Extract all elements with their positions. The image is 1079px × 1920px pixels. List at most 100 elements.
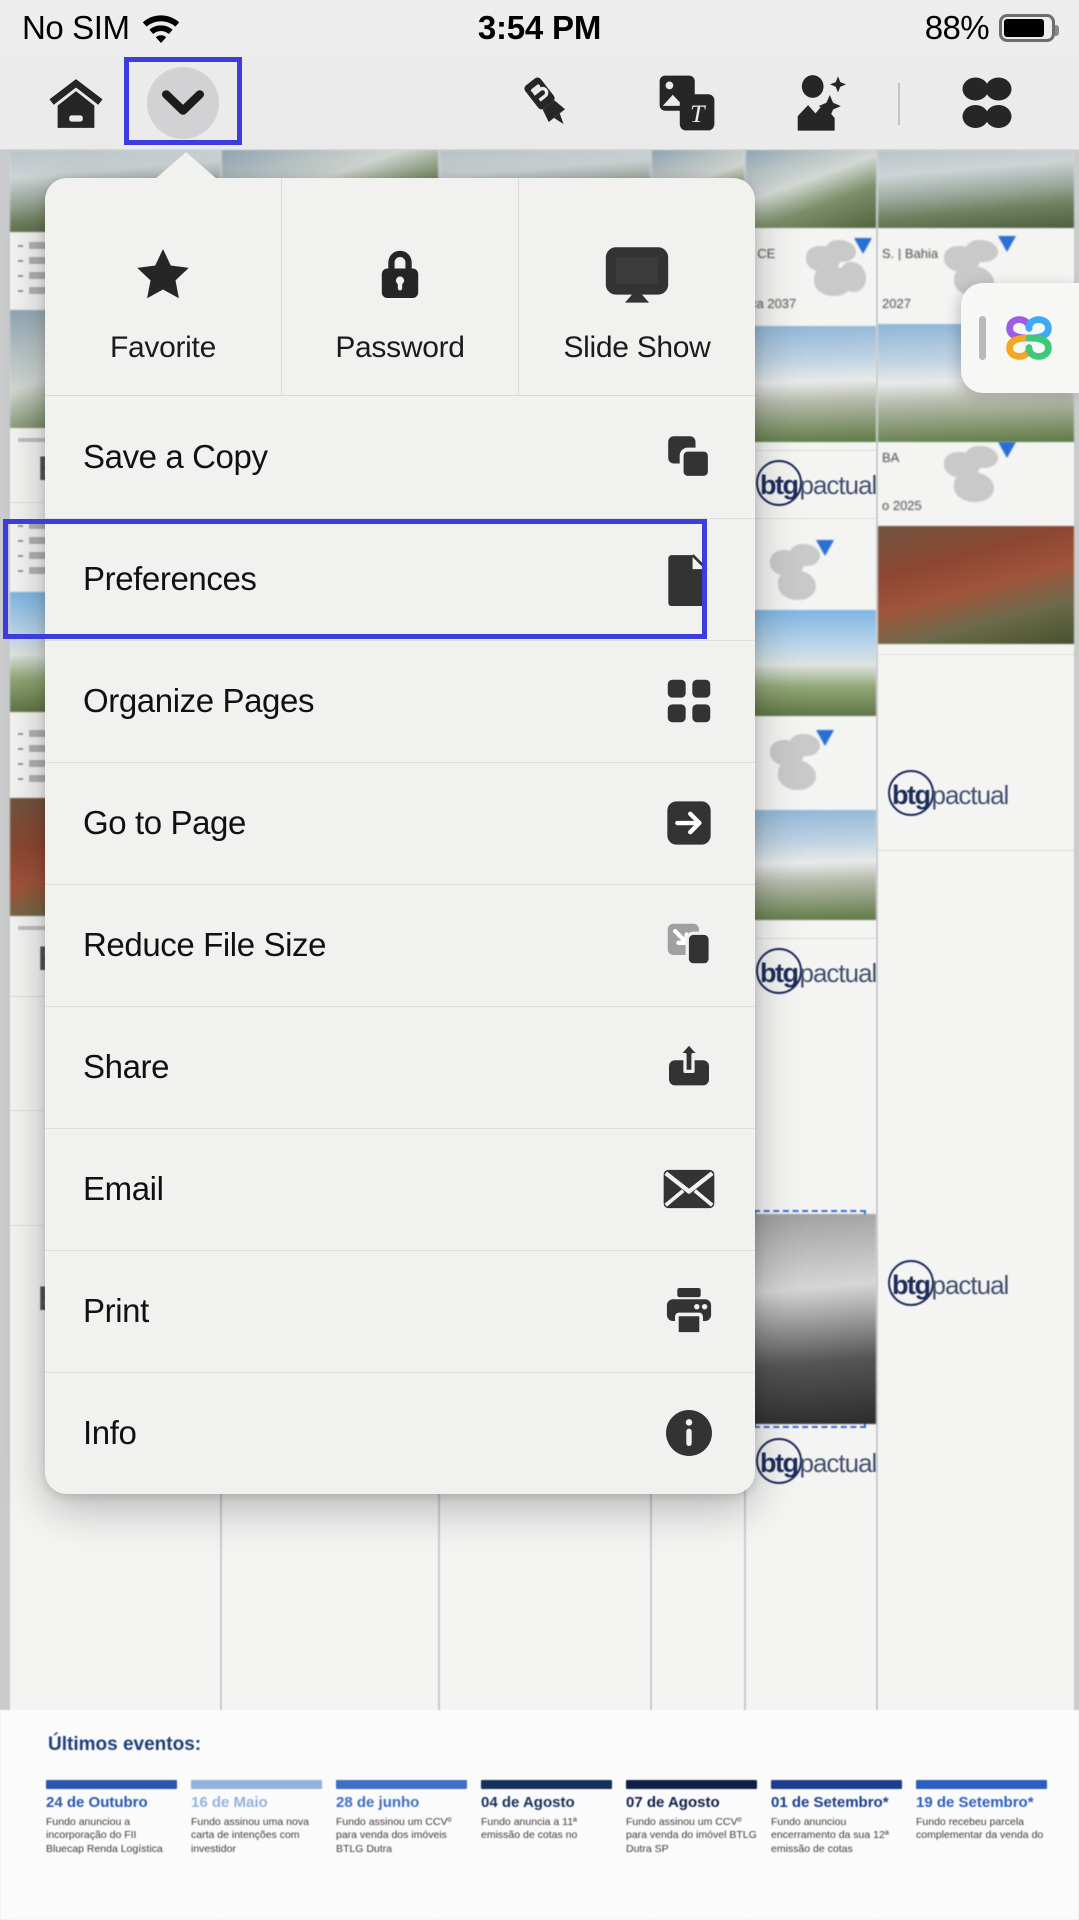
timeline-date: 28 de junho xyxy=(336,1794,420,1811)
grid-four-squares-icon xyxy=(661,673,717,729)
menu-item-label: Reduce File Size xyxy=(83,926,327,963)
highlighter-marker-icon xyxy=(524,76,566,124)
doc-text-year: ca 2037 xyxy=(750,296,797,311)
btg-brand-logo: btg pactual xyxy=(756,460,877,506)
chevron-down-icon xyxy=(162,89,204,115)
lock-icon xyxy=(374,243,426,305)
timeline-text: Fundo recebeu parcela complementar da ve… xyxy=(916,1816,1044,1842)
menu-item-label: Print xyxy=(83,1292,149,1329)
document-options-menu: Favorite Password Slide Show Save a Copy… xyxy=(45,152,755,1494)
menu-item-go-to-page[interactable]: Go to Page xyxy=(45,762,755,884)
copy-duplicate-icon xyxy=(661,429,717,485)
timeline-accent-bar xyxy=(46,1780,177,1789)
view-grid-button[interactable] xyxy=(955,71,1019,135)
timeline-accent-bar xyxy=(626,1780,757,1789)
brand-light-text: pactual xyxy=(931,780,1009,810)
quick-action-favorite[interactable]: Favorite xyxy=(45,178,281,395)
ai-assistant-widget[interactable] xyxy=(961,283,1079,393)
menu-item-label: Go to Page xyxy=(83,804,246,841)
doc-text-year: 2027 xyxy=(882,296,911,311)
brand-light-text: pactual xyxy=(799,470,877,500)
timeline-card-list: 24 de Outubro Fundo anunciou a incorpora… xyxy=(46,1780,1069,1856)
timeline-card: 07 de Agosto Fundo assinou um CCVº para … xyxy=(626,1780,757,1856)
timeline-accent-bar xyxy=(771,1780,902,1789)
timeline-accent-bar xyxy=(191,1780,322,1789)
ai-clover-logo-icon xyxy=(1006,316,1052,360)
menu-item-email[interactable]: Email xyxy=(45,1128,755,1250)
envelope-icon xyxy=(661,1161,717,1217)
brand-light-text: pactual xyxy=(799,1448,877,1478)
timeline-text: Fundo assinou uma nova carta de intençõe… xyxy=(191,1816,309,1855)
menu-item-label: Save a Copy xyxy=(83,438,268,475)
quick-action-label: Password xyxy=(335,330,465,364)
menu-item-label: Share xyxy=(83,1048,170,1085)
menu-item-reduce-file-size[interactable]: Reduce File Size xyxy=(45,884,755,1006)
quick-action-label: Slide Show xyxy=(563,330,711,364)
menu-item-save-a-copy[interactable]: Save a Copy xyxy=(45,396,755,518)
timeline-card: 16 de Maio Fundo assinou uma nova carta … xyxy=(191,1780,322,1856)
ai-photo-icon xyxy=(797,74,847,131)
drag-handle-icon[interactable] xyxy=(979,316,986,360)
menu-item-preferences[interactable]: Preferences xyxy=(45,518,755,640)
four-petal-grid-icon xyxy=(962,77,1012,128)
brand-bold-text: btg xyxy=(892,780,931,810)
brand-bold-text: btg xyxy=(892,1270,931,1300)
document-page-icon xyxy=(661,551,717,607)
btg-brand-logo: btg pactual xyxy=(888,1260,1009,1306)
menu-item-print[interactable]: Print xyxy=(45,1250,755,1372)
presentation-screen-icon xyxy=(604,243,670,305)
menu-item-organize-pages[interactable]: Organize Pages xyxy=(45,640,755,762)
timeline-card: 28 de junho Fundo assinou um CCVº para v… xyxy=(336,1780,467,1856)
timeline-text: Fundo assinou um CCVº para venda dos imó… xyxy=(336,1816,452,1855)
menu-item-info[interactable]: Info xyxy=(45,1372,755,1494)
menu-item-list: Save a Copy Preferences Organize Pages G… xyxy=(45,396,755,1494)
timeline-date: 24 de Outubro xyxy=(46,1794,148,1811)
btg-brand-logo: btg pactual xyxy=(756,948,877,994)
quick-action-password[interactable]: Password xyxy=(281,178,518,395)
status-bar-right: 88% xyxy=(924,9,1059,47)
timeline-text: Fundo assinou um CCVº para venda do imóv… xyxy=(626,1816,757,1855)
image-text-tool-button[interactable]: T xyxy=(655,71,719,135)
home-button[interactable] xyxy=(46,73,106,133)
timeline-card: 24 de Outubro Fundo anunciou a incorpora… xyxy=(46,1780,177,1856)
brand-bold-text: btg xyxy=(760,1448,799,1478)
battery-percent-label: 88% xyxy=(924,9,990,46)
menu-item-label: Organize Pages xyxy=(83,682,315,719)
printer-icon xyxy=(661,1283,717,1339)
quick-action-slide-show[interactable]: Slide Show xyxy=(518,178,755,395)
menu-quick-actions-row: Favorite Password Slide Show xyxy=(45,178,755,396)
ai-photo-tool-button[interactable] xyxy=(790,71,854,135)
quick-action-label: Favorite xyxy=(110,330,216,364)
brand-light-text: pactual xyxy=(799,958,877,988)
timeline-date: 07 de Agosto xyxy=(626,1794,720,1811)
home-icon xyxy=(49,78,103,128)
menu-pointer-arrow xyxy=(154,152,218,180)
doc-text-state: BA xyxy=(882,450,900,465)
timeline-accent-bar xyxy=(481,1780,612,1789)
timeline-text: Fundo anuncia a 11ª emissão de cotas no xyxy=(481,1816,578,1842)
menu-item-label: Preferences xyxy=(83,560,257,597)
timeline-card: 01 de Setembro* Fundo anunciou encerrame… xyxy=(771,1780,902,1856)
highlighter-tool-button[interactable] xyxy=(515,71,579,135)
timeline-text: Fundo anunciou encerramento da sua 12ª e… xyxy=(771,1816,889,1855)
svg-text:T: T xyxy=(690,99,706,128)
timeline-card: 19 de Setembro* Fundo recebeu parcela co… xyxy=(916,1780,1047,1856)
document-timeline-section: Últimos eventos: 24 de Outubro Fundo anu… xyxy=(0,1710,1079,1920)
timeline-title: Últimos eventos: xyxy=(48,1734,202,1755)
timeline-date: 01 de Setembro* xyxy=(771,1794,889,1811)
timeline-date: 16 de Maio xyxy=(191,1794,268,1811)
document-options-button[interactable] xyxy=(124,59,242,147)
chevron-button-background xyxy=(147,66,219,139)
document-page-column: , CE ca 2037 btg pactual btg pactual btg… xyxy=(746,150,877,1920)
star-icon xyxy=(132,243,194,305)
brand-bold-text: btg xyxy=(760,958,799,988)
document-page-column: S. | Bahia 2027 BA o 2025 btg pactual bt… xyxy=(878,150,1074,1920)
share-upload-icon xyxy=(661,1039,717,1095)
info-circle-icon xyxy=(661,1405,717,1461)
battery-icon xyxy=(999,14,1059,42)
doc-text-year: o 2025 xyxy=(882,498,922,513)
menu-item-share[interactable]: Share xyxy=(45,1006,755,1128)
toolbar-divider xyxy=(898,83,900,125)
clock-label: 3:54 PM xyxy=(477,9,602,46)
status-bar: No SIM 3:54 PM 88% xyxy=(0,0,1079,56)
